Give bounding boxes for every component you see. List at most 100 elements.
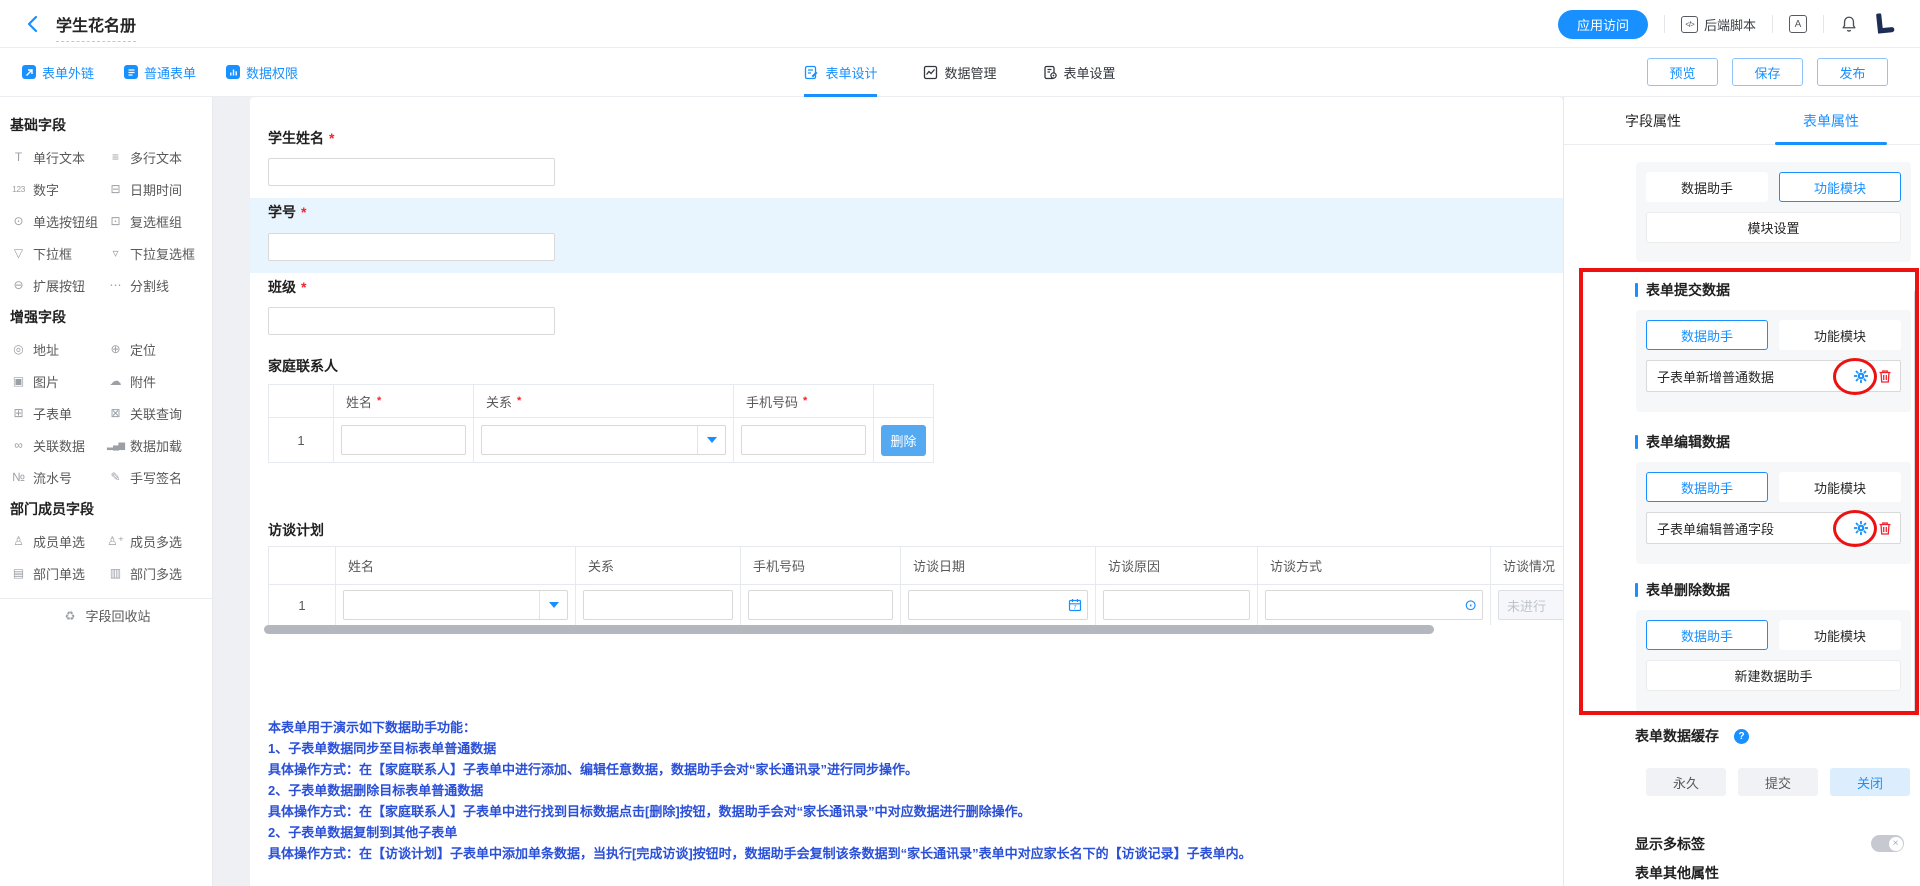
divider bbox=[1823, 15, 1824, 33]
student-id-input[interactable] bbox=[268, 233, 555, 261]
subform-icon: ⊞ bbox=[10, 406, 27, 420]
function-module-toggle[interactable]: 功能模块 bbox=[1779, 320, 1901, 350]
palette-checkbox-group[interactable]: ⊡复选框组 bbox=[107, 205, 203, 237]
tab-form-properties[interactable]: 表单属性 bbox=[1742, 97, 1920, 144]
data-assistant-toggle[interactable]: 数据助手 bbox=[1646, 472, 1768, 502]
data-assistant-toggle[interactable]: 数据助手 bbox=[1646, 620, 1768, 650]
palette-department-single[interactable]: ▤部门单选 bbox=[10, 557, 107, 589]
palette-multi-select[interactable]: ▿下拉复选框 bbox=[107, 237, 203, 269]
contact-phone-input[interactable] bbox=[741, 425, 866, 455]
help-icon[interactable]: ? bbox=[1734, 729, 1749, 744]
single-line-text-icon: T bbox=[10, 150, 27, 164]
palette-divider[interactable]: ⋯分割线 bbox=[107, 269, 203, 301]
assistant-item[interactable]: 子表单新增普通数据 bbox=[1646, 360, 1901, 392]
palette-image[interactable]: ▣图片 bbox=[10, 365, 107, 397]
trash-icon[interactable] bbox=[1878, 521, 1892, 536]
tab-form-design[interactable]: 表单设计 bbox=[804, 48, 877, 97]
section-accent-bar bbox=[1635, 283, 1638, 297]
palette-data-load[interactable]: ▂▄▆数据加载 bbox=[107, 429, 203, 461]
gear-icon[interactable] bbox=[1853, 368, 1869, 384]
notification-bell-icon[interactable] bbox=[1840, 15, 1858, 34]
back-icon[interactable] bbox=[24, 14, 44, 34]
section-accent-bar bbox=[1635, 583, 1638, 597]
module-settings-button[interactable]: 模块设置 bbox=[1646, 212, 1901, 243]
function-module-toggle[interactable]: 功能模块 bbox=[1779, 472, 1901, 502]
palette-location[interactable]: ⊕定位 bbox=[107, 333, 203, 365]
app-access-button[interactable]: 应用访问 bbox=[1558, 10, 1648, 39]
data-assistant-toggle[interactable]: 数据助手 bbox=[1646, 172, 1768, 202]
cell-phone bbox=[741, 585, 901, 625]
palette-member-single[interactable]: ♙成员单选 bbox=[10, 525, 107, 557]
data-assistant-toggle[interactable]: 数据助手 bbox=[1646, 320, 1768, 350]
palette-address[interactable]: ◎地址 bbox=[10, 333, 107, 365]
interview-relation-input[interactable] bbox=[583, 590, 733, 620]
form-title[interactable]: 学生花名册 bbox=[56, 12, 136, 42]
cache-option-submit[interactable]: 提交 bbox=[1738, 768, 1818, 796]
cell-actions: 删除 bbox=[874, 418, 933, 462]
palette-department-multi[interactable]: ▥部门多选 bbox=[107, 557, 203, 589]
palette-member-multi[interactable]: ♙⁺成员多选 bbox=[107, 525, 203, 557]
calendar-icon[interactable]: 7 bbox=[1068, 598, 1082, 612]
interview-reason-input[interactable] bbox=[1103, 590, 1250, 620]
cell-relation bbox=[474, 418, 734, 462]
field-recycle-bin[interactable]: ♻ 字段回收站 bbox=[0, 598, 212, 632]
active-tab-underline bbox=[1775, 142, 1887, 145]
interview-name-select[interactable] bbox=[343, 590, 568, 620]
publish-button[interactable]: 发布 bbox=[1817, 58, 1888, 86]
target-icon[interactable]: ⊙ bbox=[1464, 596, 1477, 614]
panel-scrollbar[interactable] bbox=[1914, 290, 1919, 715]
save-button[interactable]: 保存 bbox=[1732, 58, 1803, 86]
subform-label-interview-plan: 访谈计划 bbox=[268, 520, 324, 540]
delete-row-button[interactable]: 删除 bbox=[881, 425, 926, 456]
student-name-input[interactable] bbox=[268, 158, 555, 186]
cache-option-close[interactable]: 关闭 bbox=[1830, 768, 1910, 796]
panel-tabs: 字段属性 表单属性 bbox=[1564, 97, 1920, 145]
interview-phone-input[interactable] bbox=[748, 590, 893, 620]
function-module-toggle[interactable]: 功能模块 bbox=[1779, 172, 1901, 202]
palette-radio-group[interactable]: ⊙单选按钮组 bbox=[10, 205, 107, 237]
note-line: 本表单用于演示如下数据助手功能： bbox=[268, 717, 1548, 736]
tab-form-settings[interactable]: 表单设置 bbox=[1043, 48, 1116, 97]
palette-number[interactable]: 123数字 bbox=[10, 173, 107, 205]
field-palette-sidebar: 基础字段 T单行文本 ≡多行文本 123数字 ⊟日期时间 ⊙单选按钮组 ⊡复选框… bbox=[0, 97, 213, 886]
palette-signature[interactable]: ✎手写签名 bbox=[107, 461, 203, 493]
gear-icon[interactable] bbox=[1853, 520, 1869, 536]
palette-select[interactable]: ▽下拉框 bbox=[10, 237, 107, 269]
scrollbar-thumb[interactable] bbox=[264, 625, 1434, 634]
palette-attachment[interactable]: ☁附件 bbox=[107, 365, 203, 397]
tab-field-properties[interactable]: 字段属性 bbox=[1564, 97, 1742, 144]
palette-serial-number[interactable]: №流水号 bbox=[10, 461, 107, 493]
field-label-student-name: 学生姓名* bbox=[268, 128, 334, 148]
cell-interview-date: 7 bbox=[901, 585, 1096, 625]
trash-icon[interactable] bbox=[1878, 369, 1892, 384]
palette-extend-button[interactable]: ⊖扩展按钮 bbox=[10, 269, 107, 301]
class-input[interactable] bbox=[268, 307, 555, 335]
palette-subform[interactable]: ⊞子表单 bbox=[10, 397, 107, 429]
horizontal-scrollbar[interactable] bbox=[264, 625, 1549, 634]
function-module-toggle[interactable]: 功能模块 bbox=[1779, 620, 1901, 650]
relation-select[interactable] bbox=[481, 425, 726, 455]
interview-method-input[interactable] bbox=[1265, 590, 1483, 620]
palette-single-line-text[interactable]: T单行文本 bbox=[10, 141, 107, 173]
column-header-relation: 关系 bbox=[576, 547, 741, 585]
palette-relation-data[interactable]: ∞关联数据 bbox=[10, 429, 107, 461]
backend-script-button[interactable]: </> 后端脚本 bbox=[1681, 15, 1756, 34]
preview-button[interactable]: 预览 bbox=[1647, 58, 1718, 86]
cache-option-permanent[interactable]: 永久 bbox=[1646, 768, 1726, 796]
palette-relation-query[interactable]: ⊠关联查询 bbox=[107, 397, 203, 429]
note-line: 1、子表单数据同步至目标表单普通数据 bbox=[268, 738, 1548, 757]
palette-datetime[interactable]: ⊟日期时间 bbox=[107, 173, 203, 205]
number-icon: 123 bbox=[10, 184, 27, 194]
signature-icon: ✎ bbox=[107, 470, 124, 484]
data-load-icon: ▂▄▆ bbox=[107, 440, 124, 451]
tab-data-management[interactable]: 数据管理 bbox=[923, 48, 996, 97]
multitab-toggle[interactable]: × bbox=[1871, 835, 1904, 852]
contact-name-input[interactable] bbox=[341, 425, 466, 455]
new-data-assistant-button[interactable]: 新建数据助手 bbox=[1646, 660, 1901, 691]
address-pin-icon: ◎ bbox=[10, 342, 27, 356]
contacts-icon[interactable]: A bbox=[1789, 15, 1807, 33]
extend-button-icon: ⊖ bbox=[10, 278, 27, 292]
assistant-item[interactable]: 子表单编辑普通字段 bbox=[1646, 512, 1901, 544]
palette-multi-line-text[interactable]: ≡多行文本 bbox=[107, 141, 203, 173]
interview-date-input[interactable] bbox=[908, 590, 1088, 620]
